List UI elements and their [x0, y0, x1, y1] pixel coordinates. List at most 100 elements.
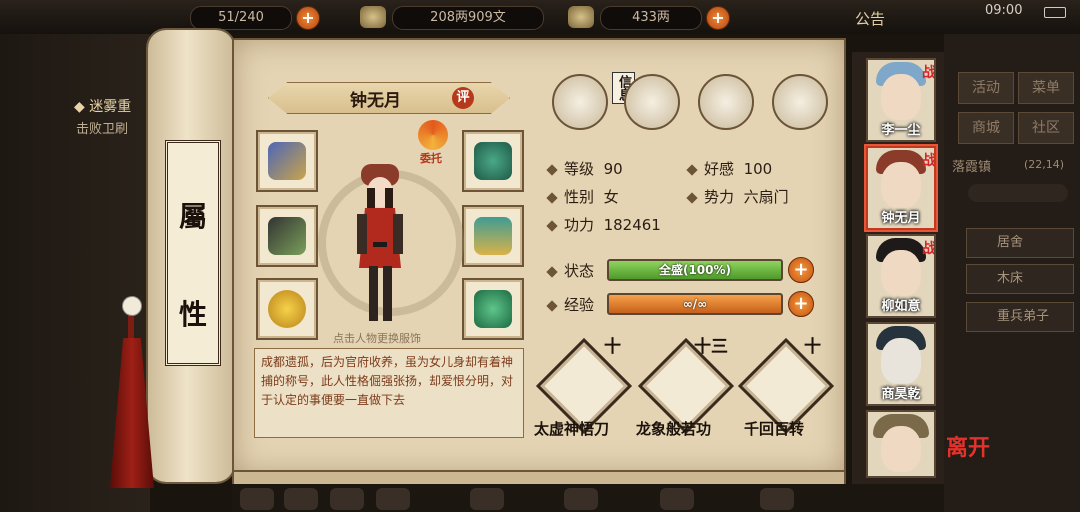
entrust-label[interactable]: 委托 [420, 150, 442, 166]
add-stamina-button[interactable]: + [296, 6, 320, 30]
location-name: 落霞镇 [952, 160, 992, 175]
tassel-bead [122, 296, 142, 316]
favor-value: 100 [743, 160, 773, 178]
menu-button[interactable]: 菜单 [1018, 72, 1074, 104]
toolbar-item-2[interactable] [284, 488, 318, 510]
equip-slot-armor[interactable] [462, 205, 524, 267]
status-label: 状态 [564, 262, 595, 280]
system-clock: 09:00 [985, 3, 1023, 18]
skill-name-2: 龙象般若功 [636, 420, 712, 438]
place-disciple[interactable]: 重兵弟子 [966, 302, 1074, 332]
bracer-icon [268, 142, 306, 180]
status-row: 状态 [546, 260, 595, 281]
equip-slot-ring[interactable] [256, 278, 318, 340]
character-bio: 成都遗孤，后为官府收养，虽为女儿身却有着神捕的称号，此人性格倔强张扬，却爱恨分明… [254, 348, 524, 438]
swap-icon[interactable] [418, 120, 448, 150]
battery-icon [1044, 7, 1066, 18]
add-status-button[interactable]: + [788, 257, 814, 283]
diamond-icon [546, 163, 558, 176]
gender-row: 性别 女 [546, 186, 619, 207]
exp-bar: ∞/∞ [607, 293, 783, 315]
equip-slot-bracer[interactable] [256, 130, 318, 192]
shop-button[interactable]: 商城 [958, 112, 1014, 144]
level-value: 90 [603, 160, 623, 178]
diamond-icon [546, 265, 558, 278]
roster-portrait-2[interactable]: 战 钟无月 [866, 146, 936, 230]
equip-slot-hat[interactable] [462, 130, 524, 192]
taiji-tab-icon[interactable] [698, 74, 754, 130]
gender-label: 性别 [564, 188, 595, 206]
roster-name-1: 李一尘 [881, 123, 921, 138]
gender-value: 女 [603, 188, 619, 206]
change-outfit-hint: 点击人物更换服饰 [333, 332, 421, 345]
notice-button[interactable]: 公告 [855, 8, 885, 29]
activity-button[interactable]: 活动 [958, 72, 1014, 104]
level-label: 等级 [564, 160, 595, 178]
equip-slot-pendant[interactable] [462, 278, 524, 340]
silver-icon [360, 6, 386, 28]
battle-mark: 战 [922, 153, 936, 169]
community-button[interactable]: 社区 [1018, 112, 1074, 144]
toolbar-item-1[interactable] [240, 488, 274, 510]
equip-slot-weapon[interactable] [256, 205, 318, 267]
toolbar-item-3[interactable] [330, 488, 364, 510]
info-tab-icon[interactable] [552, 74, 608, 130]
power-row: 功力 182461 [546, 214, 661, 235]
gold-ingot-icon [568, 6, 594, 28]
portrait-mask [881, 338, 921, 384]
roster-portrait-4[interactable]: 商昊乾 [866, 322, 936, 406]
diamond-icon [546, 299, 558, 312]
roster-portrait-1[interactable]: 战 李一尘 [866, 58, 936, 142]
gold-counter: 433两 [600, 6, 702, 30]
battle-mark: 战 [922, 65, 936, 81]
skill-level-2: 十三 [694, 337, 728, 357]
portrait-face [881, 250, 921, 296]
diamond-icon [546, 219, 558, 232]
faction-row: 势力 六扇门 [686, 186, 789, 207]
leave-button[interactable]: 离开 [946, 430, 990, 462]
scroll-char-2: 性 [178, 298, 207, 331]
meridian-tab-icon[interactable] [772, 74, 828, 130]
add-exp-button[interactable]: + [788, 291, 814, 317]
roster-name-3: 柳如意 [881, 299, 921, 314]
status-bar: 全盛(100%) [607, 259, 783, 281]
portrait-face [881, 426, 921, 472]
scroll-char-1: 屬 [178, 200, 207, 233]
attribute-scroll-label: 屬 性 [165, 140, 221, 366]
skill-name-3: 千回百转 [744, 420, 805, 438]
toolbar-item-8[interactable] [760, 488, 794, 510]
map-tab-icon[interactable] [624, 74, 680, 130]
rate-button[interactable]: 评 [452, 87, 474, 109]
toolbar-item-4[interactable] [376, 488, 410, 510]
quest-description: 击败卫刷 [76, 122, 129, 137]
exp-row: 经验 [546, 294, 594, 315]
add-gold-button[interactable]: + [706, 6, 730, 30]
portrait-face [881, 74, 921, 120]
toolbar-item-7[interactable] [660, 488, 694, 510]
jade-pendant-icon [474, 290, 512, 328]
armor-icon [474, 217, 512, 255]
roster-portrait-5[interactable] [866, 410, 936, 478]
roster-name-2: 钟无月 [881, 211, 921, 226]
skill-level-3: 十 [804, 337, 821, 357]
character-figure[interactable] [345, 158, 415, 328]
stamina-counter: 51/240 [190, 6, 292, 30]
roster-portrait-3[interactable]: 战 柳如意 [866, 234, 936, 318]
silver-counter: 208两909文 [392, 6, 544, 30]
roster-name-4: 商昊乾 [881, 387, 921, 402]
power-label: 功力 [564, 216, 595, 234]
quest-title[interactable]: ◆ 迷雾重 [74, 96, 131, 116]
faction-label: 势力 [704, 188, 735, 206]
weapon-icon [268, 217, 306, 255]
battle-mark: 战 [922, 241, 936, 257]
place-residence[interactable]: 居舍 [966, 228, 1074, 258]
skill-level-1: 十 [604, 337, 621, 357]
toolbar-item-6[interactable] [564, 488, 598, 510]
character-name: 钟无月 [350, 91, 401, 111]
toolbar-item-5[interactable] [470, 488, 504, 510]
level-row: 等级 90 [546, 158, 623, 179]
favor-row: 好感 100 [686, 158, 773, 179]
place-bed[interactable]: 木床 [966, 264, 1074, 294]
portrait-face [881, 162, 921, 208]
power-value: 182461 [603, 216, 661, 234]
